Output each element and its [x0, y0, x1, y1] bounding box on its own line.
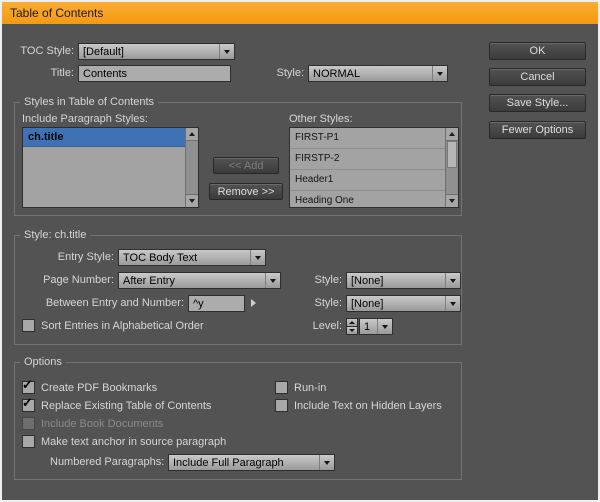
- chevron-down-icon: [445, 273, 460, 288]
- run-in-label: Run-in: [294, 382, 326, 394]
- fewer-options-button[interactable]: Fewer Options: [489, 121, 586, 139]
- scroll-up-icon[interactable]: [186, 128, 198, 141]
- numbered-paragraphs-value: Include Full Paragraph: [169, 455, 319, 470]
- add-button[interactable]: << Add: [213, 157, 279, 174]
- toc-style-label: TOC Style:: [8, 43, 74, 60]
- options-legend: Options: [20, 356, 66, 369]
- scrollbar-thumb[interactable]: [447, 141, 457, 168]
- chevron-down-icon: [377, 319, 392, 334]
- style-label: Style:: [258, 65, 304, 82]
- list-item[interactable]: ch.title: [23, 128, 186, 147]
- title-label: Title:: [8, 65, 74, 82]
- replace-existing-label: Replace Existing Table of Contents: [41, 400, 211, 412]
- level-label: Level:: [296, 318, 342, 335]
- list-item[interactable]: FIRSTP-2: [290, 149, 446, 170]
- page-number-label: Page Number:: [22, 272, 114, 289]
- page-number-dropdown[interactable]: After Entry: [118, 272, 281, 289]
- between-entry-number-label: Between Entry and Number:: [22, 295, 184, 312]
- include-hidden-layers-label: Include Text on Hidden Layers: [294, 400, 442, 412]
- run-in-row: Run-in: [275, 381, 326, 394]
- entry-style-dropdown[interactable]: TOC Body Text: [118, 249, 266, 266]
- dialog-title: Table of Contents: [10, 6, 103, 20]
- table-of-contents-dialog: Table of Contents TOC Style: [Default] T…: [0, 0, 600, 502]
- list-item[interactable]: FIRST-P1: [290, 128, 446, 149]
- include-styles-items: ch.title: [23, 128, 186, 207]
- level-value: 1: [360, 319, 377, 334]
- stepper-down-icon[interactable]: [346, 326, 358, 335]
- remove-button[interactable]: Remove >>: [209, 183, 283, 200]
- ok-button[interactable]: OK: [489, 42, 586, 60]
- numbered-paragraphs-label: Numbered Paragraphs:: [50, 454, 164, 471]
- sort-entries-row: Sort Entries in Alphabetical Order: [22, 319, 204, 332]
- include-book-documents-checkbox: [22, 417, 35, 430]
- include-book-documents-row: Include Book Documents: [22, 417, 163, 430]
- entry-style-value: TOC Body Text: [119, 250, 250, 265]
- chevron-down-icon: [250, 250, 265, 265]
- text-anchor-row: Make text anchor in source paragraph: [22, 435, 226, 448]
- run-in-checkbox[interactable]: [275, 381, 288, 394]
- style-value: NORMAL: [309, 66, 432, 81]
- between-style-dropdown[interactable]: [None]: [346, 295, 461, 312]
- page-number-style-dropdown[interactable]: [None]: [346, 272, 461, 289]
- between-entry-number-input[interactable]: [188, 295, 245, 312]
- include-styles-list[interactable]: ch.title: [22, 127, 199, 208]
- create-pdf-bookmarks-row: ✓ Create PDF Bookmarks: [22, 381, 157, 394]
- other-styles-list[interactable]: FIRST-P1 FIRSTP-2 Header1 Heading One: [289, 127, 459, 208]
- include-paragraph-styles-label: Include Paragraph Styles:: [22, 111, 148, 128]
- style-chtitle-legend: Style: ch.title: [20, 229, 90, 242]
- replace-existing-row: ✓ Replace Existing Table of Contents: [22, 399, 211, 412]
- toc-style-dropdown[interactable]: [Default]: [78, 43, 235, 60]
- chevron-down-icon: [432, 66, 447, 81]
- scroll-down-icon[interactable]: [186, 194, 198, 207]
- scroll-up-icon[interactable]: [446, 128, 458, 141]
- between-style-value: [None]: [347, 296, 445, 311]
- style-dropdown[interactable]: NORMAL: [308, 65, 448, 82]
- text-anchor-checkbox[interactable]: [22, 435, 35, 448]
- between-style-label: Style:: [296, 295, 342, 312]
- entry-style-label: Entry Style:: [22, 249, 114, 266]
- page-number-style-value: [None]: [347, 273, 445, 288]
- scroll-down-icon[interactable]: [446, 194, 458, 207]
- create-pdf-bookmarks-checkbox[interactable]: ✓: [22, 381, 35, 394]
- special-character-menu-icon[interactable]: [251, 299, 256, 307]
- chevron-down-icon: [445, 296, 460, 311]
- include-list-scrollbar[interactable]: [185, 128, 198, 207]
- cancel-button[interactable]: Cancel: [489, 68, 586, 86]
- level-stepper[interactable]: [346, 318, 358, 336]
- dialog-titlebar[interactable]: Table of Contents: [2, 2, 598, 24]
- chevron-down-icon: [319, 455, 334, 470]
- list-item[interactable]: Heading One: [290, 191, 446, 207]
- check-icon: ✓: [22, 396, 33, 409]
- other-styles-label: Other Styles:: [289, 111, 353, 128]
- chevron-down-icon: [219, 44, 234, 59]
- sort-entries-label: Sort Entries in Alphabetical Order: [41, 320, 204, 332]
- numbered-paragraphs-dropdown[interactable]: Include Full Paragraph: [168, 454, 335, 471]
- create-pdf-bookmarks-label: Create PDF Bookmarks: [41, 382, 157, 394]
- title-input[interactable]: [78, 65, 231, 82]
- list-item[interactable]: Header1: [290, 170, 446, 191]
- page-number-style-label: Style:: [296, 272, 342, 289]
- other-list-scrollbar[interactable]: [445, 128, 458, 207]
- styles-in-toc-legend: Styles in Table of Contents: [20, 96, 158, 109]
- text-anchor-label: Make text anchor in source paragraph: [41, 436, 226, 448]
- other-styles-items: FIRST-P1 FIRSTP-2 Header1 Heading One: [290, 128, 446, 207]
- chevron-down-icon: [265, 273, 280, 288]
- include-hidden-layers-row: Include Text on Hidden Layers: [275, 399, 442, 412]
- toc-style-value: [Default]: [79, 44, 219, 59]
- save-style-button[interactable]: Save Style...: [489, 94, 586, 112]
- level-dropdown[interactable]: 1: [359, 318, 393, 335]
- include-book-documents-label: Include Book Documents: [41, 418, 163, 430]
- check-icon: ✓: [22, 378, 33, 391]
- replace-existing-checkbox[interactable]: ✓: [22, 399, 35, 412]
- sort-entries-checkbox[interactable]: [22, 319, 35, 332]
- page-number-value: After Entry: [119, 273, 265, 288]
- include-hidden-layers-checkbox[interactable]: [275, 399, 288, 412]
